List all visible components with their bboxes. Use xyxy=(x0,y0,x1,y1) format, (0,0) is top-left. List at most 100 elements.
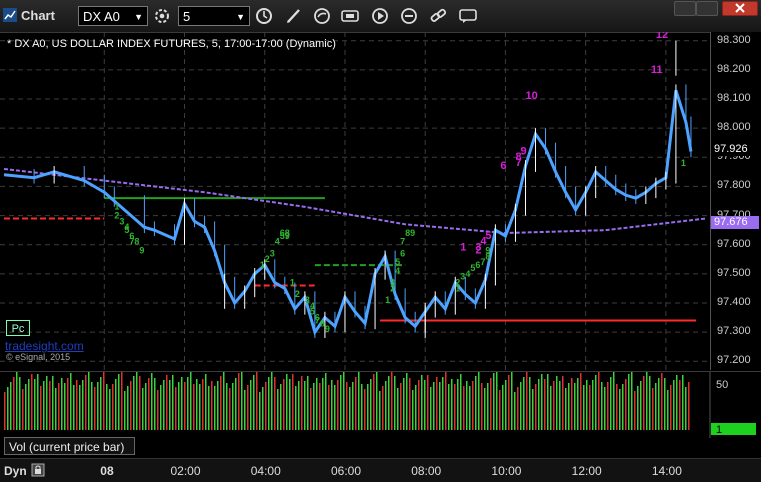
refresh-icon[interactable] xyxy=(312,7,332,25)
volume-bar xyxy=(304,381,306,430)
chevron-down-icon[interactable]: ▼ xyxy=(134,7,143,27)
minimize-button[interactable] xyxy=(674,1,696,16)
volume-bar xyxy=(253,375,255,430)
volume-bar xyxy=(283,379,285,430)
volume-bar xyxy=(424,380,426,430)
volume-bar xyxy=(310,388,312,430)
volume-bar xyxy=(49,381,51,430)
volume-panel[interactable]: 50 1 xyxy=(0,368,761,438)
chain-icon[interactable] xyxy=(428,7,448,25)
volume-bar xyxy=(514,392,516,430)
chevron-down-icon[interactable]: ▼ xyxy=(236,7,245,27)
volume-bar xyxy=(556,376,558,430)
link-icon[interactable] xyxy=(399,7,419,25)
volume-bar xyxy=(421,375,423,430)
volume-bar xyxy=(331,380,333,430)
volume-bar xyxy=(199,384,201,430)
volume-bar xyxy=(397,388,399,430)
interval-select[interactable]: 5 ▼ xyxy=(178,6,250,26)
volume-bar xyxy=(319,383,321,430)
sequential-count: 1 xyxy=(290,278,295,288)
time-tick-label: 12:00 xyxy=(571,464,602,478)
volume-bar xyxy=(298,381,300,430)
volume-bar xyxy=(673,380,675,430)
volume-bar xyxy=(427,375,429,430)
pc-badge[interactable]: Pc xyxy=(6,320,30,336)
volume-bar xyxy=(247,385,249,430)
volume-bar xyxy=(658,378,660,430)
volume-bar xyxy=(190,372,192,430)
copyright-text: © eSignal, 2015 xyxy=(6,352,71,362)
clock-icon[interactable] xyxy=(254,7,274,25)
volume-bar xyxy=(175,387,177,430)
volume-bar xyxy=(109,389,111,430)
volume-bar xyxy=(481,383,483,430)
volume-bar xyxy=(340,375,342,430)
volume-bar xyxy=(94,387,96,430)
volume-bar xyxy=(172,375,174,430)
volume-bar xyxy=(466,381,468,430)
volume-bar xyxy=(139,376,141,430)
volume-bar xyxy=(469,386,471,430)
volume-bar xyxy=(505,380,507,430)
volume-current-value: 1 xyxy=(716,424,722,436)
symbol-info-icon[interactable] xyxy=(340,7,360,25)
volume-bar xyxy=(259,392,261,430)
volume-bar xyxy=(490,378,492,430)
watermark-link[interactable]: tradesight.com xyxy=(5,339,84,353)
volume-bar xyxy=(208,386,210,430)
play-icon[interactable] xyxy=(370,7,390,25)
time-tick-label: 06:00 xyxy=(330,464,361,478)
sequential-count: 9 xyxy=(325,324,330,334)
volume-bar xyxy=(322,378,324,430)
volume-bar xyxy=(76,380,78,430)
close-icon xyxy=(735,3,745,13)
volume-bar xyxy=(475,376,477,430)
volume-bar xyxy=(343,370,345,430)
volume-bar xyxy=(145,383,147,430)
volume-tick-label: 50 xyxy=(716,379,728,391)
volume-bar xyxy=(370,379,372,430)
volume-bar xyxy=(364,389,366,430)
volume-bar xyxy=(436,377,438,430)
volume-bar xyxy=(250,380,252,430)
volume-bar xyxy=(301,376,303,430)
volume-bar xyxy=(460,374,462,430)
time-axis[interactable]: Dyn 08 02:00 04:00 06:00 08:00 10:00 12:00 14:0… xyxy=(0,458,761,482)
settings-gear-icon[interactable] xyxy=(152,7,172,25)
lock-icon[interactable] xyxy=(31,463,45,477)
volume-bar xyxy=(667,390,669,430)
volume-bar xyxy=(502,385,504,430)
volume-bars: 50 1 xyxy=(4,368,756,438)
price-tick-label: 97.400 xyxy=(717,295,751,308)
volume-bar xyxy=(388,376,390,430)
volume-bar xyxy=(79,385,81,430)
maximize-button[interactable] xyxy=(696,1,718,16)
moving-average-tag: 97.676 xyxy=(711,215,759,229)
volume-bar xyxy=(112,384,114,430)
price-axis[interactable]: 98.30098.20098.10098.00097.90097.80097.7… xyxy=(710,32,761,370)
sequential-count: 1 xyxy=(681,158,686,168)
price-tick-label: 98.000 xyxy=(717,121,751,134)
symbol-input[interactable]: DX A0 ▼ xyxy=(78,6,148,26)
volume-bar xyxy=(496,368,498,430)
sequential-count: 3 xyxy=(270,248,275,258)
volume-indicator-label[interactable]: Vol (current price bar) xyxy=(4,437,135,455)
volume-bar xyxy=(685,387,687,430)
volume-bar xyxy=(478,371,480,430)
volume-bar xyxy=(184,382,186,430)
dyn-label[interactable]: Dyn xyxy=(4,464,27,478)
price-chart[interactable]: 12111098765432111234567 89123456 789123456… xyxy=(0,32,710,370)
volume-bar xyxy=(307,376,309,430)
volume-bar xyxy=(592,380,594,430)
close-button[interactable] xyxy=(722,1,758,16)
chart-app-icon xyxy=(3,8,17,22)
volume-bar xyxy=(148,378,150,430)
pencil-icon[interactable] xyxy=(284,7,304,25)
volume-bar xyxy=(607,382,609,430)
volume-bar xyxy=(574,383,576,430)
volume-bar xyxy=(43,381,45,430)
sequential-count: 9 xyxy=(285,231,290,241)
volume-bar xyxy=(238,373,240,430)
comment-icon[interactable] xyxy=(458,7,478,25)
